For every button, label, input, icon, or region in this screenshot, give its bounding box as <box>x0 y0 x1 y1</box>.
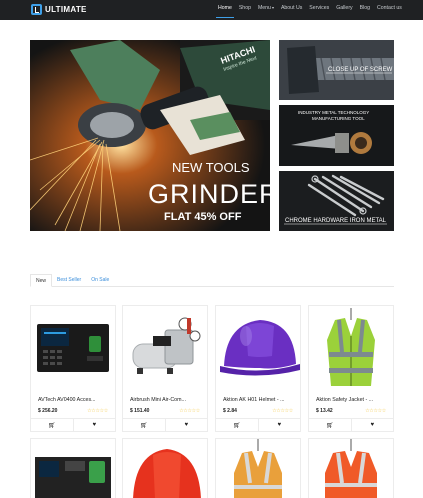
wishlist-button[interactable]: ♥ <box>257 419 301 431</box>
cart-icon: 🛒︎ <box>232 422 241 429</box>
fingerprint-terminal-image <box>35 457 111 498</box>
access-control-terminal-image <box>37 324 109 372</box>
side-banner-metal-tool[interactable]: INDUSTRY METAL TECHNOLOGY MANUFACTURING … <box>279 105 394 166</box>
rating-stars: ☆☆☆☆☆ <box>272 408 293 414</box>
nav-item-about[interactable]: About Us <box>281 0 302 20</box>
rating-stars: ☆☆☆☆☆ <box>87 408 108 414</box>
product-card[interactable]: AVTech AV0400 Acces... $ 256.20 ☆☆☆☆☆ 🛒︎… <box>30 305 116 432</box>
side-banner-screw[interactable]: CLOSE UP OF SCREW <box>279 40 394 100</box>
product-actions: 🛒︎ ♥ <box>216 418 300 431</box>
nav-item-menu-label: Menu <box>257 5 271 11</box>
nav-item-home[interactable]: Home <box>216 0 234 20</box>
red-helmet-image <box>133 449 201 498</box>
rating-stars: ☆☆☆☆☆ <box>179 408 200 414</box>
product-price: $ 256.20 <box>38 408 58 414</box>
main-nav: Home Shop Menu About Us Services Gallery… <box>216 0 409 20</box>
tab-best-seller[interactable]: Best Seller <box>52 274 86 286</box>
side-banner-chrome-hardware[interactable]: CHROME HARDWARE IRON METAL <box>279 171 394 231</box>
nav-item-services[interactable]: Services <box>309 0 329 20</box>
add-to-cart-button[interactable]: 🛒︎ <box>123 419 165 431</box>
orange-vest-image <box>325 439 377 498</box>
product-title[interactable]: Aktion Safety Jacket - ... <box>316 397 390 403</box>
product-price: $ 151.40 <box>130 408 150 414</box>
hero-headline: GRINDER <box>148 179 270 209</box>
product-card[interactable] <box>215 438 301 498</box>
product-price: $ 2.84 <box>223 408 237 414</box>
product-image[interactable] <box>309 306 393 390</box>
cart-icon: 🛒︎ <box>139 422 148 429</box>
add-to-cart-button[interactable]: 🛒︎ <box>31 419 73 431</box>
heart-icon: ♥ <box>92 422 97 428</box>
cart-icon: 🛒︎ <box>325 422 334 429</box>
grinder-image: HITACHI Inspire the Next NEW TOOLS GRIND… <box>30 40 270 231</box>
wrench-set-image: CHROME HARDWARE IRON METAL <box>279 171 394 231</box>
heart-icon: ♥ <box>184 422 189 428</box>
product-card[interactable]: Aktion Safety Jacket - ... $ 13.42 ☆☆☆☆☆… <box>308 305 394 432</box>
cart-icon: 🛒︎ <box>47 422 56 429</box>
heart-icon: ♥ <box>370 422 375 428</box>
nav-item-shop[interactable]: Shop <box>239 0 251 20</box>
product-card[interactable]: Airbrush Mini Air-Com... $ 151.40 ☆☆☆☆☆ … <box>122 305 208 432</box>
product-card[interactable] <box>122 438 208 498</box>
add-to-cart-button[interactable]: 🛒︎ <box>216 419 258 431</box>
metal-tool-image: INDUSTRY METAL TECHNOLOGY MANUFACTURING … <box>279 105 394 166</box>
heart-icon: ♥ <box>277 422 282 428</box>
side-banner-label: CHROME HARDWARE IRON METAL <box>285 218 387 224</box>
product-actions: 🛒︎ ♥ <box>309 418 393 431</box>
add-to-cart-button[interactable]: 🛒︎ <box>309 419 351 431</box>
product-card[interactable] <box>308 438 394 498</box>
air-compressor-image <box>132 317 201 374</box>
orange-vest-image <box>234 439 282 498</box>
product-title[interactable]: Airbrush Mini Air-Com... <box>130 397 204 403</box>
nav-item-menu[interactable]: Menu <box>258 0 274 20</box>
product-card[interactable] <box>30 438 116 498</box>
product-image[interactable] <box>216 306 300 390</box>
product-actions: 🛒︎ ♥ <box>123 418 207 431</box>
product-image[interactable] <box>123 306 207 390</box>
product-price: $ 13.42 <box>316 408 333 414</box>
wishlist-button[interactable]: ♥ <box>350 419 394 431</box>
nav-item-blog[interactable]: Blog <box>360 0 370 20</box>
wishlist-button[interactable]: ♥ <box>164 419 208 431</box>
hero-eyebrow: NEW TOOLS <box>172 160 250 175</box>
tab-new[interactable]: New <box>30 274 53 287</box>
rating-stars: ☆☆☆☆☆ <box>365 408 386 414</box>
screw-image: CLOSE UP OF SCREW <box>279 40 394 100</box>
tab-on-sale[interactable]: On Sale <box>86 274 114 286</box>
product-title[interactable]: AVTech AV0400 Acces... <box>38 397 112 403</box>
product-title[interactable]: Aktion AK H01 Helmet - ... <box>223 397 297 403</box>
nav-item-gallery[interactable]: Gallery <box>336 0 352 20</box>
logo-icon <box>31 4 42 15</box>
hero-banner[interactable]: HITACHI Inspire the Next NEW TOOLS GRIND… <box>30 40 270 231</box>
chevron-down-icon <box>271 6 274 9</box>
top-navbar: ULTIMATE Home Shop Menu About Us Service… <box>0 0 423 20</box>
side-banner-label: CLOSE UP OF SCREW <box>328 67 393 73</box>
side-banner-label-line2: MANUFACTURING TOOL <box>312 116 365 121</box>
wishlist-button[interactable]: ♥ <box>72 419 116 431</box>
product-actions: 🛒︎ ♥ <box>31 418 115 431</box>
product-tabs: New Best Seller On Sale <box>30 274 394 287</box>
product-image[interactable] <box>31 306 115 390</box>
hero-offer: FLAT 45% OFF <box>164 211 242 223</box>
nav-item-contact[interactable]: Contact us <box>377 0 402 20</box>
brand-logo[interactable]: ULTIMATE <box>31 4 87 15</box>
purple-helmet-image <box>220 320 300 376</box>
product-card[interactable]: Aktion AK H01 Helmet - ... $ 2.84 ☆☆☆☆☆ … <box>215 305 301 432</box>
safety-vest-image <box>327 308 375 386</box>
brand-name: ULTIMATE <box>45 5 87 14</box>
side-banner-label: INDUSTRY METAL TECHNOLOGY <box>298 110 369 115</box>
